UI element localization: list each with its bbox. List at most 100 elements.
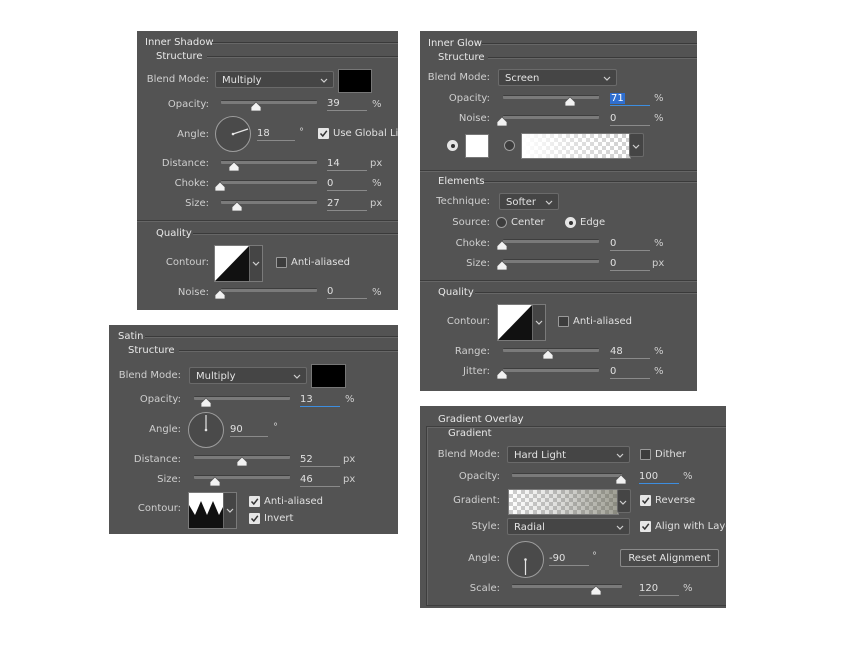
- align-with-layer-label: Align with Layer: [655, 521, 726, 532]
- blend-mode-dropdown[interactable]: Multiply: [189, 367, 307, 384]
- align-with-layer-checkbox[interactable]: [640, 521, 651, 532]
- jitter-label: Jitter:: [462, 366, 490, 377]
- gradient-picker[interactable]: [508, 489, 619, 515]
- size-label: Size:: [157, 474, 181, 485]
- contour-picker[interactable]: [188, 492, 237, 529]
- angle-dial[interactable]: [188, 412, 224, 448]
- angle-unit: °: [592, 551, 597, 562]
- noise-field[interactable]: 0: [610, 112, 650, 126]
- reset-alignment-button[interactable]: Reset Alignment: [620, 549, 719, 567]
- range-field[interactable]: 48: [610, 345, 650, 359]
- structure-heading: Structure: [128, 345, 175, 356]
- quality-heading: Quality: [156, 228, 192, 239]
- gradient-dropdown-arrow[interactable]: [629, 133, 644, 157]
- opacity-slider[interactable]: [512, 473, 622, 477]
- opacity-field[interactable]: 100: [639, 470, 679, 484]
- choke-field[interactable]: 0: [610, 237, 650, 251]
- choke-slider[interactable]: [503, 239, 599, 243]
- angle-dial[interactable]: [215, 116, 251, 152]
- blend-mode-dropdown[interactable]: Screen: [498, 69, 617, 86]
- blend-mode-dropdown[interactable]: Hard Light: [507, 446, 630, 463]
- anti-aliased-label: Anti-aliased: [291, 257, 351, 268]
- distance-field[interactable]: 14: [327, 157, 367, 171]
- angle-dial[interactable]: [507, 541, 544, 578]
- range-unit: %: [654, 346, 664, 357]
- anti-aliased-checkbox[interactable]: [276, 257, 287, 268]
- scale-field[interactable]: 120: [639, 582, 679, 596]
- satin-color-swatch[interactable]: [311, 364, 346, 388]
- blend-mode-value: Screen: [505, 73, 540, 84]
- blend-mode-value: Multiply: [196, 371, 236, 382]
- blend-mode-value: Multiply: [222, 75, 262, 86]
- structure-heading: Structure: [156, 51, 203, 62]
- gradient-dropdown-arrow[interactable]: [617, 489, 631, 513]
- opacity-field[interactable]: 39: [327, 97, 367, 111]
- angle-field[interactable]: -90: [549, 552, 589, 566]
- noise-slider[interactable]: [221, 288, 317, 292]
- angle-field[interactable]: 18: [257, 127, 295, 141]
- noise-slider[interactable]: [503, 115, 599, 119]
- inner-shadow-panel: Inner Shadow Structure Blend Mode: Multi…: [137, 31, 398, 310]
- opacity-field[interactable]: 13: [300, 393, 340, 407]
- opacity-label: Opacity:: [139, 394, 181, 405]
- chevron-down-icon: [293, 368, 301, 391]
- elements-heading: Elements: [438, 176, 485, 187]
- angle-field[interactable]: 90: [230, 423, 268, 437]
- invert-checkbox[interactable]: [249, 513, 260, 524]
- dither-label: Dither: [655, 449, 687, 460]
- reverse-checkbox[interactable]: [640, 495, 651, 506]
- size-field[interactable]: 46: [300, 473, 340, 487]
- choke-field[interactable]: 0: [327, 177, 367, 191]
- opacity-slider[interactable]: [503, 95, 599, 99]
- color-mode-radio[interactable]: [447, 140, 458, 151]
- choke-slider[interactable]: [221, 180, 317, 184]
- blend-mode-label: Blend Mode:: [427, 72, 490, 83]
- style-value: Radial: [514, 522, 545, 533]
- dither-checkbox[interactable]: [640, 449, 651, 460]
- noise-label: Noise:: [458, 113, 490, 124]
- use-global-light-label: Use Global Light: [333, 128, 398, 139]
- anti-aliased-checkbox[interactable]: [558, 316, 569, 327]
- style-dropdown[interactable]: Radial: [507, 518, 630, 535]
- anti-aliased-label: Anti-aliased: [573, 316, 633, 327]
- blend-mode-label: Blend Mode:: [437, 449, 500, 460]
- choke-unit: %: [372, 178, 382, 189]
- source-edge-radio[interactable]: [565, 217, 576, 228]
- inner-glow-panel: Inner Glow Structure Blend Mode: Screen …: [420, 31, 697, 391]
- scale-label: Scale:: [469, 583, 500, 594]
- anti-aliased-checkbox[interactable]: [249, 496, 260, 507]
- blend-mode-dropdown[interactable]: Multiply: [215, 71, 334, 88]
- size-field[interactable]: 0: [610, 257, 650, 271]
- blend-mode-label: Blend Mode:: [146, 74, 209, 85]
- contour-picker[interactable]: [214, 245, 263, 282]
- choke-label: Choke:: [174, 178, 209, 189]
- noise-label: Noise:: [177, 287, 209, 298]
- distance-field[interactable]: 52: [300, 453, 340, 467]
- size-label: Size:: [466, 258, 490, 269]
- use-global-light-checkbox[interactable]: [318, 128, 329, 139]
- scale-slider[interactable]: [512, 584, 622, 588]
- chevron-down-icon: [616, 447, 624, 470]
- source-center-radio[interactable]: [496, 217, 507, 228]
- technique-label: Technique:: [436, 196, 490, 207]
- gradient-mode-radio[interactable]: [504, 140, 515, 151]
- size-slider[interactable]: [503, 259, 599, 263]
- jitter-field[interactable]: 0: [610, 365, 650, 379]
- style-label: Style:: [471, 521, 501, 532]
- shadow-color-swatch[interactable]: [338, 69, 372, 93]
- size-field[interactable]: 27: [327, 197, 367, 211]
- glow-color-swatch[interactable]: [465, 134, 489, 158]
- opacity-slider[interactable]: [221, 100, 317, 104]
- technique-dropdown[interactable]: Softer: [499, 193, 559, 210]
- jitter-slider[interactable]: [503, 368, 599, 372]
- opacity-label: Opacity:: [458, 471, 500, 482]
- glow-gradient-picker[interactable]: [521, 133, 631, 159]
- quality-heading: Quality: [438, 287, 474, 298]
- contour-picker[interactable]: [497, 304, 546, 341]
- opacity-field[interactable]: 71: [610, 92, 650, 106]
- distance-label: Distance:: [133, 454, 181, 465]
- noise-field[interactable]: 0: [327, 285, 367, 299]
- opacity-label: Opacity:: [448, 93, 490, 104]
- gradient-heading: Gradient: [448, 428, 492, 439]
- inner-glow-title: Inner Glow: [428, 38, 482, 49]
